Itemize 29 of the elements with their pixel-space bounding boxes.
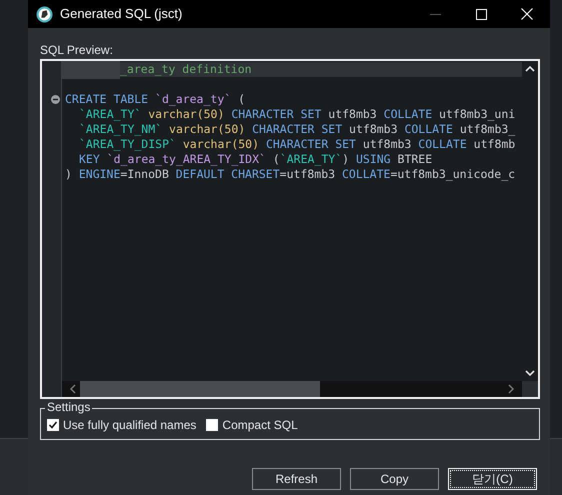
code-line: `AREA_TY_NM` varchar(50) CHARACTER SET utf8mb3 COLLATE utf8mb3_: [79, 122, 516, 137]
code-line: _area_ty definition: [120, 62, 252, 77]
app-logo-icon: [36, 6, 53, 22]
scroll-down-icon[interactable]: [525, 369, 535, 377]
scrollbar-thumb[interactable]: [80, 381, 320, 397]
checkmark-icon: [48, 420, 58, 430]
code-line: CREATE TABLE `d_area_ty` (: [65, 92, 246, 107]
dialog-button[interactable]: Copy: [350, 468, 439, 490]
code-line: `AREA_TY_DISP` varchar(50) CHARACTER SET utf8mb3 COLLATE utf8mb: [79, 137, 516, 152]
checkbox[interactable]: [47, 419, 59, 431]
scroll-up-icon[interactable]: [525, 65, 535, 73]
horizontal-scrollbar[interactable]: [62, 381, 522, 397]
dialog-button[interactable]: Refresh: [252, 468, 341, 490]
window-title: Generated SQL (jsct): [60, 5, 182, 24]
fold-icon[interactable]: [51, 95, 60, 104]
checkbox[interactable]: [206, 419, 218, 431]
scroll-left-icon[interactable]: [70, 384, 76, 394]
code-line: ) ENGINE=InnoDB DEFAULT CHARSET=utf8mb3 COLLATE=utf8mb3_unicode_c: [65, 167, 516, 182]
scrollbar-corner: [522, 381, 538, 397]
settings-title: Settings: [45, 400, 92, 414]
preview-label: SQL Preview:: [40, 42, 114, 59]
maximize-icon: [476, 8, 486, 20]
scroll-right-icon[interactable]: [508, 384, 514, 394]
code-line: `AREA_TY` varchar(50) CHARACTER SET utf8mb3 COLLATE utf8mb3_uni: [79, 107, 516, 122]
dialog-button[interactable]: 닫기(C): [448, 468, 537, 490]
settings-checkbox[interactable]: Use fully qualified names: [47, 416, 196, 434]
code-line: KEY `d_area_ty_AREA_TY_IDX` (`AREA_TY`) USING BTREE: [79, 152, 432, 167]
settings-checkbox[interactable]: Compact SQL: [206, 416, 298, 434]
close-icon: [521, 8, 533, 20]
